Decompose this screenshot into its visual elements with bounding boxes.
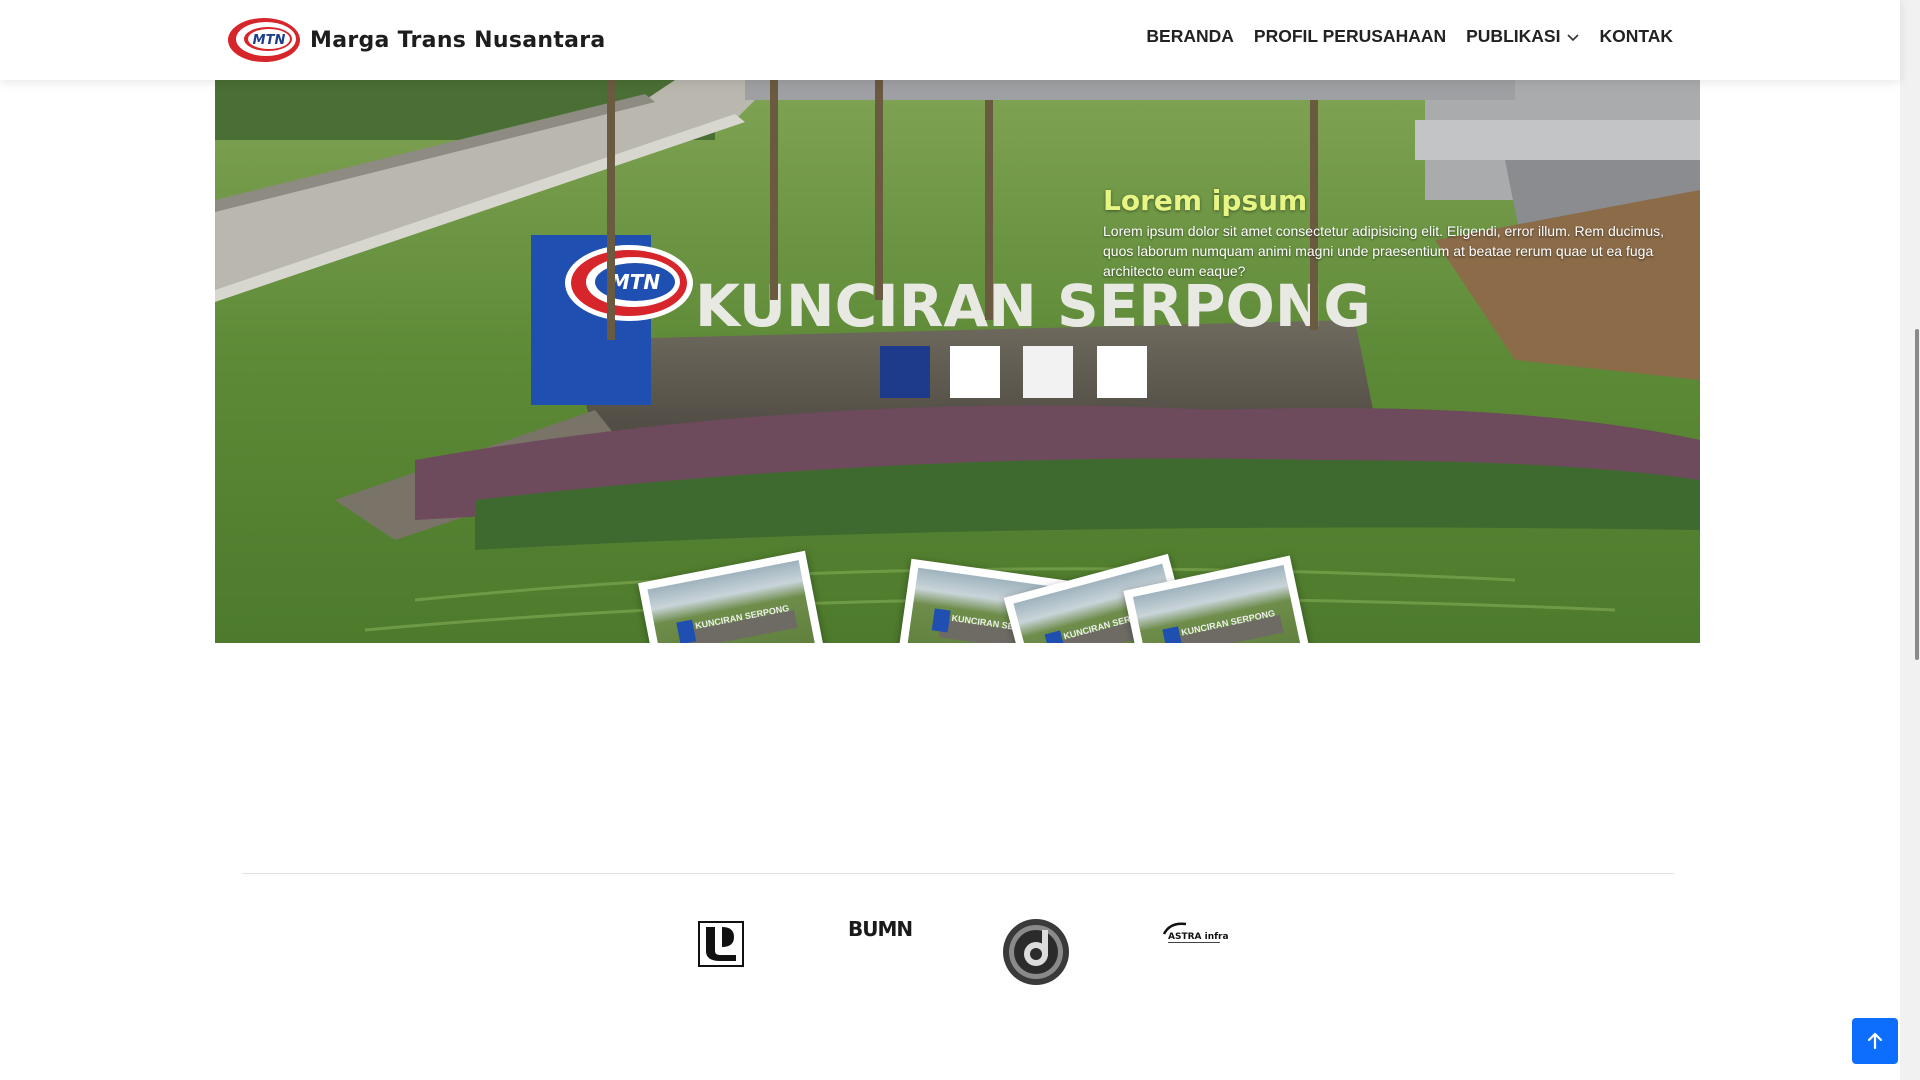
chevron-down-icon xyxy=(1567,33,1580,41)
hero-caption: Lorem ipsum Lorem ipsum dolor sit amet c… xyxy=(1103,184,1693,281)
svg-text:KUNCIRAN SERPONG: KUNCIRAN SERPONG xyxy=(695,272,1371,340)
hero-image: MTN KUNCIRAN SERPONG xyxy=(215,80,1700,643)
bumn-logo-icon: BUMN xyxy=(848,917,913,941)
svg-text:MTN: MTN xyxy=(253,33,286,48)
brand-name: Marga Trans Nusantara xyxy=(310,27,606,53)
hero-description: Lorem ipsum dolor sit amet consectetur a… xyxy=(1103,223,1664,279)
main-nav: BERANDA PROFIL PERUSAHAAN PUBLIKASI KONT… xyxy=(1146,26,1673,47)
scrollbar-thumb[interactable] xyxy=(1915,329,1919,660)
nav-beranda[interactable]: BERANDA xyxy=(1146,26,1234,47)
astra-infra-logo-icon: ASTRA infra xyxy=(1162,922,1229,943)
partner-logo-bumn[interactable]: BUMN xyxy=(848,917,913,941)
back-to-top-button[interactable] xyxy=(1852,1018,1898,1064)
arrow-up-icon xyxy=(1867,1032,1883,1050)
nav-profil-label: PROFIL PERUSAHAAN xyxy=(1253,26,1447,46)
nav-kontak-label: KONTAK xyxy=(1599,26,1673,46)
brand[interactable]: MTN Marga Trans Nusantara xyxy=(226,14,606,66)
pupr-logo-icon xyxy=(698,921,744,967)
partner-logo-astra-infra[interactable]: ASTRA infra xyxy=(1160,920,1230,946)
svg-text:BUMN: BUMN xyxy=(848,918,912,940)
nav-profil-perusahaan[interactable]: PROFIL PERUSAHAAN xyxy=(1254,26,1446,47)
hero-title: Lorem ipsum xyxy=(1103,184,1308,217)
jasa-marga-logo-icon xyxy=(1003,919,1069,985)
nav-kontak[interactable]: KONTAK xyxy=(1599,26,1673,47)
partner-logo-jasa-marga[interactable] xyxy=(1002,918,1070,986)
section-divider xyxy=(242,873,1674,874)
site-header: MTN Marga Trans Nusantara BERANDA PROFIL… xyxy=(0,0,1900,80)
nav-publikasi[interactable]: PUBLIKASI xyxy=(1466,26,1580,47)
nav-beranda-label: BERANDA xyxy=(1146,26,1234,46)
mtn-logo: MTN xyxy=(228,18,300,62)
nav-publikasi-label: PUBLIKASI xyxy=(1466,26,1561,46)
svg-text:MTN: MTN xyxy=(610,270,661,294)
svg-text:ASTRA infra: ASTRA infra xyxy=(1168,932,1229,942)
partner-logo-pupr[interactable] xyxy=(698,921,744,967)
hero-banner: MTN KUNCIRAN SERPONG KUNCIRAN SERPONG KU… xyxy=(215,80,1700,643)
